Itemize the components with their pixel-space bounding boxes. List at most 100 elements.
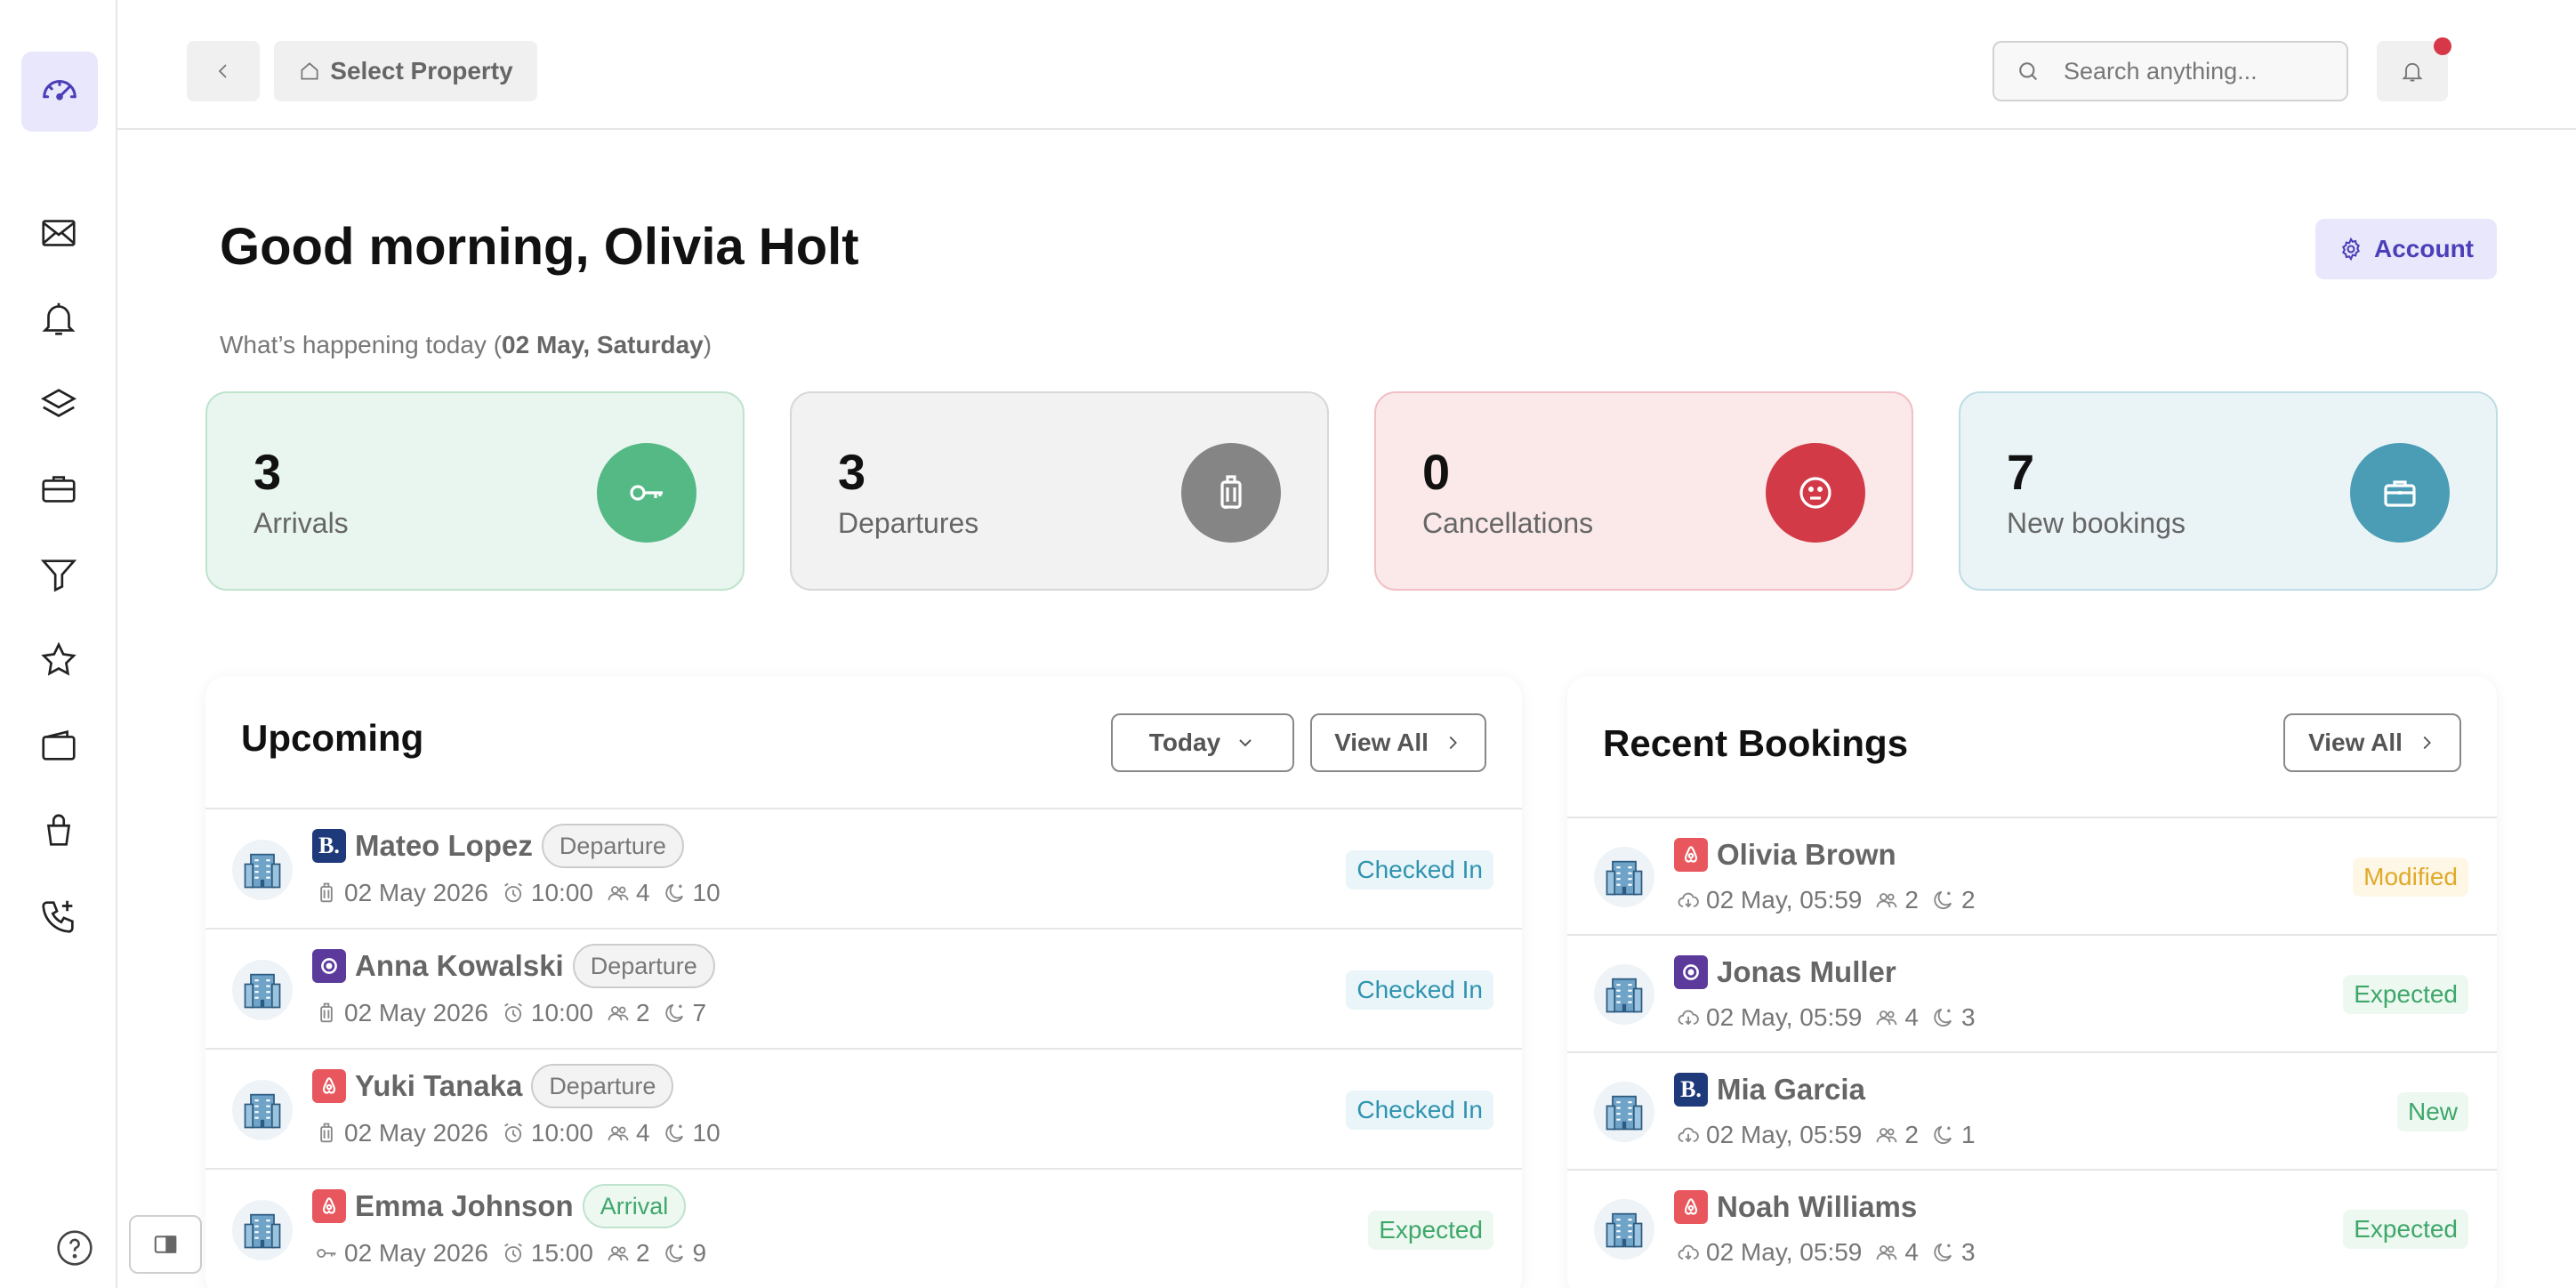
meta-value: 2 bbox=[1960, 886, 1976, 914]
phone-icon bbox=[42, 900, 74, 933]
guest-name: Anna Kowalski bbox=[355, 949, 564, 982]
select-property-button[interactable]: Select Property bbox=[274, 41, 537, 101]
period-select[interactable]: Today bbox=[1111, 713, 1294, 772]
luggage-icon bbox=[320, 882, 333, 903]
back-button[interactable] bbox=[187, 41, 260, 101]
today-date: 02 May, Saturday bbox=[502, 331, 704, 358]
meta-value: 2 bbox=[1904, 1121, 1919, 1148]
key-icon bbox=[317, 1248, 336, 1259]
stat-icon-circle bbox=[1181, 443, 1281, 543]
hotel-building-icon bbox=[1606, 860, 1643, 896]
topbar: Select Property bbox=[117, 0, 2576, 130]
status-badge: New bbox=[2396, 1092, 2468, 1131]
meta-value: 4 bbox=[1904, 1238, 1919, 1266]
meta-value: 7 bbox=[692, 999, 707, 1026]
upcoming-row[interactable]: B. Mateo Lopez Departure 02 May 2026 10:00 4 1… bbox=[205, 808, 1522, 928]
sidebar-item-filter[interactable] bbox=[23, 539, 94, 610]
cloud-download-icon bbox=[1678, 1010, 1699, 1026]
channel-badge bbox=[312, 1069, 346, 1103]
sidebar-item-reviews[interactable] bbox=[23, 624, 94, 696]
sidebar-item-briefcase[interactable] bbox=[23, 454, 94, 525]
sidebar-item-mail[interactable] bbox=[23, 197, 94, 269]
booking-meta: 02 May, 05:59 2 2 bbox=[1676, 886, 1976, 914]
recent-bookings-title: Recent Bookings bbox=[1603, 722, 1909, 764]
stat-icon-circle bbox=[597, 443, 696, 543]
briefcase-icon bbox=[42, 476, 76, 503]
property-avatar bbox=[1594, 847, 1654, 907]
chevron-down-icon bbox=[1239, 739, 1252, 747]
upcoming-row[interactable]: Emma Johnson Arrival 02 May 2026 15:00 2 9 Exp… bbox=[205, 1168, 1522, 1288]
sidebar-item-dashboard[interactable] bbox=[21, 52, 98, 132]
sidebar-item-shop[interactable] bbox=[23, 795, 94, 866]
stat-label: Cancellations bbox=[1422, 507, 1594, 539]
stat-value: 3 bbox=[838, 444, 866, 500]
sidebar-item-layers[interactable] bbox=[23, 368, 94, 439]
search-box[interactable] bbox=[1992, 41, 2348, 101]
property-avatar bbox=[1594, 1199, 1654, 1260]
view-all-label: View All bbox=[1334, 729, 1429, 756]
stat-card-cancellations[interactable]: 0 Cancellations bbox=[1374, 391, 1913, 591]
channel-badge: B. bbox=[312, 829, 346, 863]
search-icon bbox=[2019, 62, 2038, 81]
sidebar-toggle-icon bbox=[154, 1236, 177, 1253]
meta-value: 10:00 bbox=[530, 879, 593, 906]
booking-type-tag: Departure bbox=[541, 824, 684, 868]
hotel-building-icon bbox=[244, 853, 281, 889]
hotel-building-icon bbox=[1606, 978, 1643, 1013]
guests-icon bbox=[1876, 1010, 1897, 1026]
sidebar-item-calls[interactable] bbox=[23, 881, 94, 952]
key-icon bbox=[630, 485, 663, 501]
stat-card-new-bookings[interactable]: 7 New bookings bbox=[1959, 391, 2498, 591]
meta-value: 02 May, 05:59 bbox=[1706, 1238, 1863, 1266]
nights-moon-icon bbox=[664, 883, 683, 903]
recent-booking-row[interactable]: Noah Williams 02 May, 05:59 4 3 Expected bbox=[1567, 1169, 2497, 1286]
stat-icon-circle bbox=[2350, 443, 2450, 543]
bell-icon bbox=[2402, 62, 2423, 82]
stat-card-arrivals[interactable]: 3 Arrivals bbox=[205, 391, 745, 591]
upcoming-row[interactable]: Anna Kowalski Departure 02 May 2026 10:00 2 7… bbox=[205, 928, 1522, 1048]
account-button[interactable]: Account bbox=[2315, 219, 2497, 279]
guests-icon bbox=[608, 1006, 629, 1021]
stat-card-departures[interactable]: 3 Departures bbox=[790, 391, 1329, 591]
help-button[interactable] bbox=[55, 1228, 94, 1268]
recent-booking-row[interactable]: Jonas Muller 02 May, 05:59 4 3 Expected bbox=[1567, 934, 2497, 1051]
sidebar-item-notifications[interactable] bbox=[23, 283, 94, 354]
upcoming-view-all-button[interactable]: View All bbox=[1310, 713, 1486, 772]
collapse-sidebar-button[interactable] bbox=[129, 1215, 202, 1274]
alarm-clock-icon bbox=[504, 1123, 522, 1143]
home-icon bbox=[301, 62, 318, 80]
airbnb-icon bbox=[322, 1077, 336, 1094]
guests-icon bbox=[1876, 893, 1897, 908]
guest-name: Emma Johnson bbox=[355, 1189, 574, 1222]
layers-icon bbox=[40, 389, 77, 417]
recent-view-all-button[interactable]: View All bbox=[2283, 713, 2461, 772]
bag-icon bbox=[46, 814, 71, 846]
sidebar-item-wallet[interactable] bbox=[23, 710, 94, 781]
channel-badge bbox=[312, 949, 346, 983]
hotel-building-icon bbox=[244, 973, 281, 1009]
meta-value: 02 May, 05:59 bbox=[1706, 1003, 1863, 1031]
greeting-prefix: Good morning, bbox=[220, 218, 604, 276]
nights-moon-icon bbox=[664, 1244, 683, 1263]
status-badge: Checked In bbox=[1346, 1091, 1493, 1130]
booking-meta: 02 May 2026 10:00 4 10 bbox=[314, 879, 720, 907]
booking-type-tag: Departure bbox=[531, 1064, 674, 1108]
luggage-icon bbox=[320, 1123, 333, 1143]
meta-value: 3 bbox=[1960, 1238, 1976, 1266]
gear-icon bbox=[2342, 237, 2360, 262]
bell-icon bbox=[42, 302, 76, 335]
meta-value: 15:00 bbox=[530, 1239, 593, 1267]
search-input[interactable] bbox=[2064, 57, 2313, 85]
property-avatar bbox=[232, 840, 293, 900]
subtitle-suffix: ) bbox=[703, 331, 712, 358]
meta-value: 4 bbox=[635, 1119, 650, 1147]
star-icon bbox=[41, 641, 76, 676]
recent-booking-row[interactable]: B. Mia Garcia 02 May, 05:59 2 1 New bbox=[1567, 1051, 2497, 1169]
recent-booking-row[interactable]: Olivia Brown 02 May, 05:59 2 2 Modified bbox=[1567, 817, 2497, 934]
channel-badge bbox=[312, 1189, 346, 1223]
upcoming-row[interactable]: Yuki Tanaka Departure 02 May 2026 10:00 4 10 C… bbox=[205, 1048, 1522, 1168]
meta-value: 3 bbox=[1960, 1003, 1976, 1031]
select-property-label: Select Property bbox=[330, 57, 513, 85]
booking-meta: 02 May 2026 10:00 2 7 bbox=[314, 999, 706, 1027]
nights-moon-icon bbox=[1934, 1243, 1952, 1262]
